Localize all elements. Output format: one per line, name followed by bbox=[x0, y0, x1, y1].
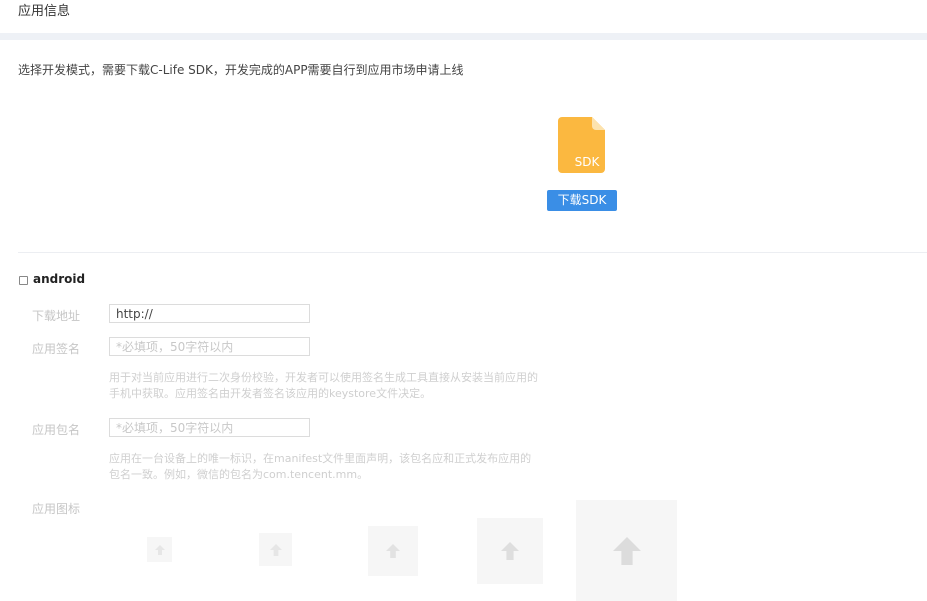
package-name-label: 应用包名 bbox=[32, 423, 81, 437]
mode-description: 选择开发模式，需要下载C-Life SDK，开发完成的APP需要自行到应用市场申… bbox=[18, 63, 464, 77]
header-separator bbox=[0, 33, 927, 40]
package-name-hint: 应用在一台设备上的唯一标识，在manifest文件里面声明，该包名应和正式发布应… bbox=[109, 452, 532, 481]
icon-upload-large[interactable] bbox=[477, 518, 543, 584]
download-address-input[interactable] bbox=[109, 304, 310, 323]
upload-arrow-icon bbox=[612, 536, 641, 565]
upload-arrow-icon bbox=[269, 543, 282, 556]
upload-arrow-icon bbox=[386, 544, 400, 558]
icon-upload-small[interactable] bbox=[147, 537, 172, 562]
sdk-file-icon: SDK bbox=[558, 117, 605, 173]
app-signature-input[interactable] bbox=[109, 337, 310, 356]
download-address-label: 下载地址 bbox=[32, 309, 81, 323]
page-header: 应用信息 bbox=[0, 0, 927, 33]
icon-upload-medium-small[interactable] bbox=[259, 533, 292, 566]
android-checkbox[interactable] bbox=[19, 276, 28, 285]
app-signature-label: 应用签名 bbox=[32, 342, 81, 356]
section-divider bbox=[18, 252, 927, 253]
app-icon-label: 应用图标 bbox=[32, 502, 81, 516]
app-signature-hint: 用于对当前应用进行二次身份校验，开发者可以使用签名生成工具直接从安装当前应用的手… bbox=[109, 371, 538, 400]
upload-arrow-icon bbox=[501, 542, 519, 560]
icon-upload-medium[interactable] bbox=[368, 526, 418, 576]
upload-arrow-icon bbox=[154, 544, 165, 555]
android-label: android bbox=[33, 272, 86, 286]
icon-upload-xlarge[interactable] bbox=[576, 500, 677, 601]
download-sdk-button[interactable]: 下载SDK bbox=[547, 190, 617, 211]
sdk-icon-label: SDK bbox=[575, 155, 601, 169]
package-name-input[interactable] bbox=[109, 418, 310, 437]
page-title: 应用信息 bbox=[18, 4, 71, 19]
